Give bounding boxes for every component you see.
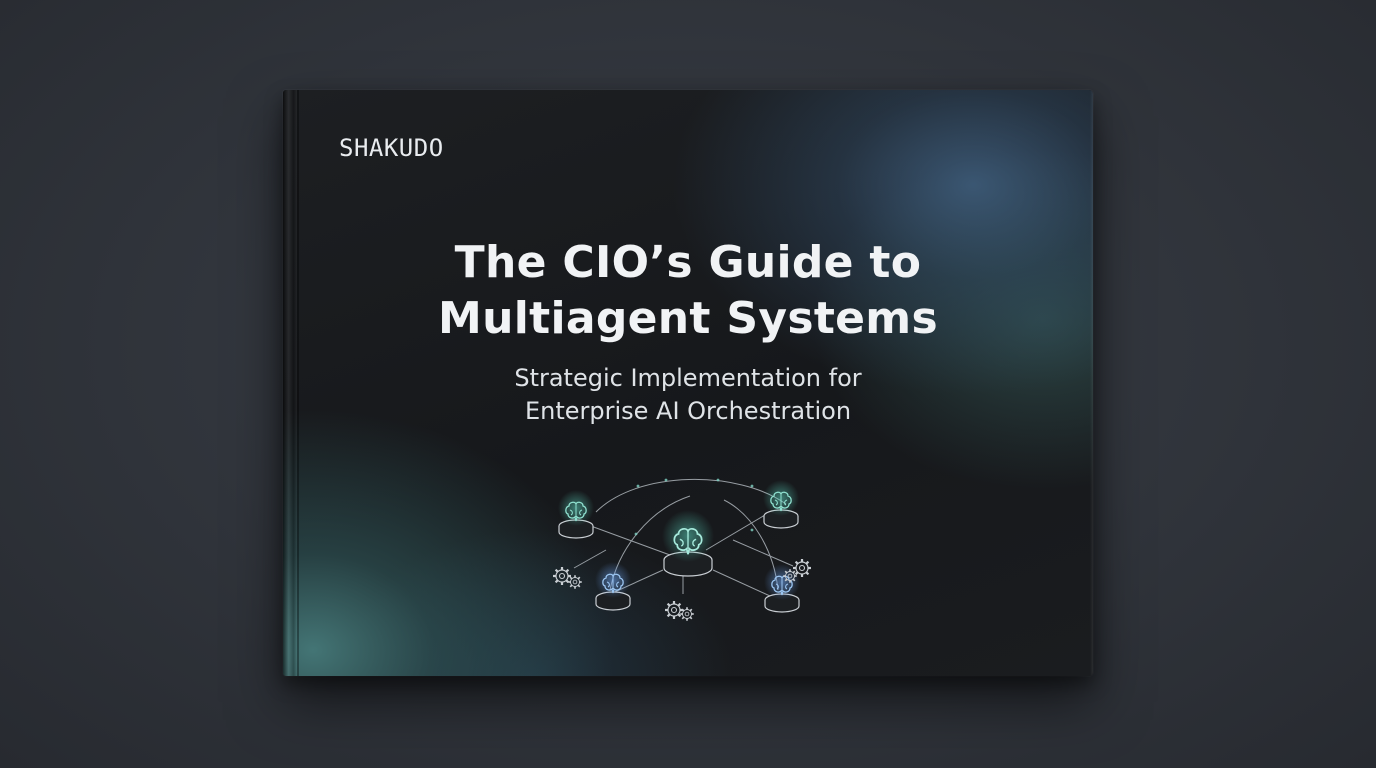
multiagent-network-diagram <box>551 478 813 622</box>
cover-title-line-2: Multiagent Systems <box>438 293 938 344</box>
cover-subtitle-line-1: Strategic Implementation for <box>514 364 862 392</box>
cover-title-line-1: The CIO’s Guide to <box>454 237 922 288</box>
brand-logo: SHAKUDO <box>339 134 444 162</box>
cover-subtitle: Strategic Implementation for Enterprise … <box>283 362 1093 428</box>
cover-title: The CIO’s Guide to Multiagent Systems <box>283 235 1093 347</box>
gear-icon <box>663 599 695 622</box>
cover-subtitle-line-2: Enterprise AI Orchestration <box>524 397 852 425</box>
book-cover: SHAKUDO The CIO’s Guide to Multiagent Sy… <box>283 90 1093 676</box>
gear-icon <box>551 565 583 590</box>
